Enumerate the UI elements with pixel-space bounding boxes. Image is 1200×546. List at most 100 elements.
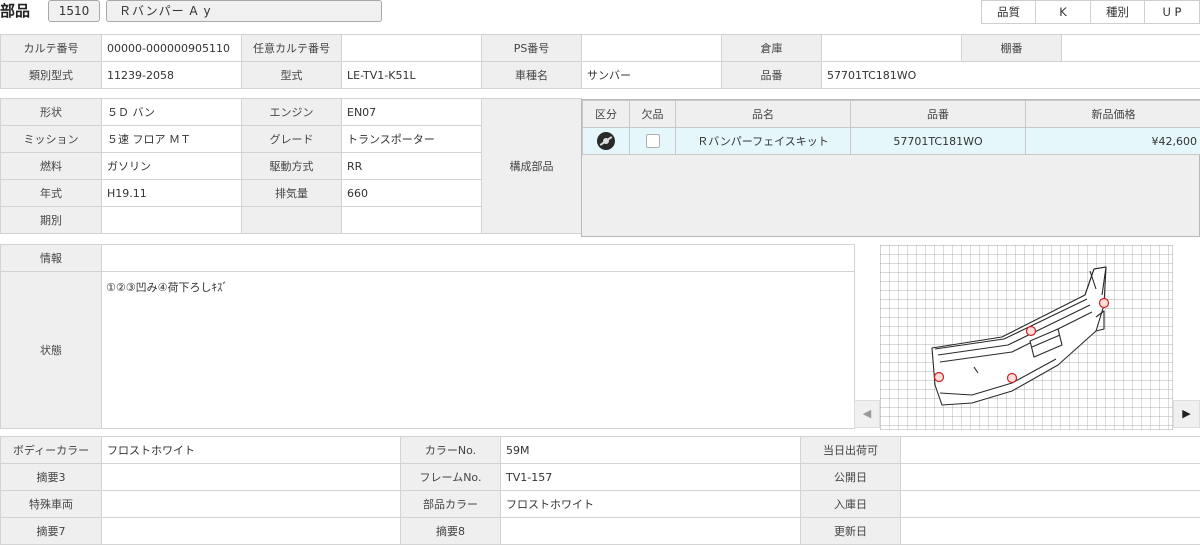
model-value: LE-TV1-K51L: [341, 61, 482, 89]
grade-label: グレード: [241, 125, 342, 153]
displacement-value: 660: [341, 179, 482, 207]
table-row[interactable]: Ｒバンパーフェイスキット 57701TC181WO ¥42,600: [582, 127, 1200, 155]
memo7-value: [101, 517, 401, 545]
kind-value: U P: [1144, 0, 1200, 24]
special-vehicle-label: 特殊車両: [0, 490, 102, 518]
frame-no-value: TV1-157: [500, 463, 801, 491]
memo7-label: 摘要7: [0, 517, 102, 545]
drive-label: 駆動方式: [241, 152, 342, 180]
body-color-label: ボディーカラー: [0, 436, 102, 464]
state-label: 状態: [0, 271, 102, 429]
mission-label: ミッション: [0, 125, 102, 153]
ship-today-label: 当日出荷可: [800, 436, 901, 464]
image-prev-button[interactable]: ◀: [854, 400, 880, 428]
model-label: 型式: [241, 61, 342, 89]
part-number-cell: 57701TC181WO: [850, 127, 1026, 155]
drive-value: RR: [341, 152, 482, 180]
grade-value: トランスポーター: [341, 125, 482, 153]
car-name-value: サンバー: [581, 61, 722, 89]
year-label: 年式: [0, 179, 102, 207]
col-new-price: 新品価格: [1025, 100, 1200, 128]
part-no-value: 57701TC181WO: [821, 61, 1200, 89]
shape-value: ５Ｄ バン: [101, 98, 242, 126]
image-next-button[interactable]: ▶: [1173, 400, 1200, 428]
memo3-label: 摘要3: [0, 463, 102, 491]
kind-label: 種別: [1090, 0, 1145, 24]
ps-no-value: [581, 34, 722, 62]
category-cell: [582, 127, 630, 155]
state-value: ①②③凹み④荷下ろしｷｽﾞ: [106, 281, 228, 294]
car-name-label: 車種名: [481, 61, 582, 89]
damage-marker-2[interactable]: [1098, 297, 1110, 309]
part-code-field[interactable]: 1510: [48, 0, 100, 22]
info-label: 情報: [0, 244, 102, 272]
shape-label: 形状: [0, 98, 102, 126]
karte-no-value: 00000-000000905110: [101, 34, 242, 62]
bottom-table: ボディーカラー フロストホワイト カラーNo. 59M 当日出荷可 摘要3 フレ…: [0, 436, 1200, 545]
fuel-value: ガソリン: [101, 152, 242, 180]
quality-label: 品質: [981, 0, 1036, 24]
memo8-label: 摘要8: [400, 517, 501, 545]
update-date-label: 更新日: [800, 517, 901, 545]
ps-no-label: PS番号: [481, 34, 582, 62]
warehouse-value: [821, 34, 962, 62]
bumper-diagram-svg: [879, 244, 1174, 431]
displacement-label: 排気量: [241, 179, 342, 207]
spec-table: 形状 ５Ｄ バン エンジン EN07 構成部品 ミッション ５速 フロア ＭＴ …: [0, 98, 582, 234]
missing-checkbox[interactable]: [645, 134, 660, 148]
components-panel: 区分 欠品 品名 品番 新品価格 Ｒバンパーフェイスキット 57701TC181…: [581, 99, 1200, 237]
memo8-value: [500, 517, 801, 545]
components-table: 区分 欠品 品名 品番 新品価格 Ｒバンパーフェイスキット 57701TC181…: [582, 100, 1200, 155]
mission-value: ５速 フロア ＭＴ: [101, 125, 242, 153]
disc-icon: [597, 132, 615, 150]
damage-marker-3[interactable]: [1006, 372, 1018, 384]
state-value-cell: [101, 271, 855, 429]
shelf-value: [1061, 34, 1200, 62]
part-color-label: 部品カラー: [400, 490, 501, 518]
part-color-value: フロストホワイト: [500, 490, 801, 518]
karte-table: カルテ番号 00000-000000905110 任意カルテ番号 PS番号 倉庫…: [0, 34, 1200, 89]
quality-value: K: [1035, 0, 1091, 24]
memo3-value: [101, 463, 401, 491]
period-value: [101, 206, 242, 234]
year-value: H19.11: [101, 179, 242, 207]
color-no-label: カラーNo.: [400, 436, 501, 464]
blank-label: [241, 206, 342, 234]
col-part-name: 品名: [675, 100, 851, 128]
update-date-value: [900, 517, 1200, 545]
ship-today-value: [900, 436, 1200, 464]
damage-marker-4[interactable]: [933, 371, 945, 383]
damage-marker-1[interactable]: [1025, 325, 1037, 337]
publish-date-value: [900, 463, 1200, 491]
components-label: 構成部品: [481, 98, 582, 234]
col-part-number: 品番: [850, 100, 1026, 128]
warehouse-label: 倉庫: [721, 34, 822, 62]
price-cell: ¥42,600: [1025, 127, 1200, 155]
page-title: 部品: [0, 2, 31, 20]
engine-label: エンジン: [241, 98, 342, 126]
frame-no-label: フレームNo.: [400, 463, 501, 491]
part-no-label: 品番: [721, 61, 822, 89]
publish-date-label: 公開日: [800, 463, 901, 491]
col-missing: 欠品: [629, 100, 676, 128]
damage-diagram[interactable]: [879, 244, 1174, 431]
stock-date-value: [900, 490, 1200, 518]
missing-cell: [629, 127, 676, 155]
part-name-cell: Ｒバンパーフェイスキット: [675, 127, 851, 155]
stock-date-label: 入庫日: [800, 490, 901, 518]
opt-karte-value: [341, 34, 482, 62]
color-no-value: 59M: [500, 436, 801, 464]
engine-value: EN07: [341, 98, 482, 126]
period-label: 期別: [0, 206, 102, 234]
col-category: 区分: [582, 100, 630, 128]
blank-value: [341, 206, 482, 234]
body-color-value: フロストホワイト: [101, 436, 401, 464]
class-label: 類別型式: [0, 61, 102, 89]
class-value: 11239-2058: [101, 61, 242, 89]
karte-no-label: カルテ番号: [0, 34, 102, 62]
fuel-label: 燃料: [0, 152, 102, 180]
info-value: [101, 244, 855, 272]
part-name-field[interactable]: Ｒバンパー A y: [106, 0, 382, 22]
shelf-label: 棚番: [961, 34, 1062, 62]
opt-karte-label: 任意カルテ番号: [241, 34, 342, 62]
